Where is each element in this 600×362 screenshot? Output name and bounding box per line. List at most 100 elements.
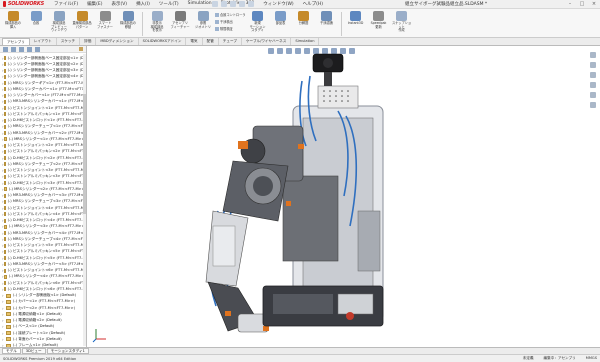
command-tab[interactable]: 電気 <box>186 38 203 45</box>
tree-item[interactable]: ›(-) ピストンアルミパッキン<2> (FT7-M<<FT7-M>>) <box>2 149 86 155</box>
ribbon-small-item[interactable]: 干渉検出 <box>215 19 246 24</box>
menu-help[interactable]: ヘルプ(H) <box>303 1 323 7</box>
tree-item[interactable]: ›(-) MR3-MRSシリンダーカバー<1> (FT7-M<<FT7-M>>) <box>2 99 86 105</box>
tree-item[interactable]: ›(-) MRSシリンダーギア<1> (FT7-M<<FT7-M>>) <box>2 80 86 86</box>
undo-icon[interactable] <box>248 1 254 7</box>
tree-item[interactable]: ›(-) MRSシリンダーチューブ<2> (FT7-M<<FT7-M>>) <box>2 161 86 167</box>
ribbon-button[interactable]: 参照 ジオメトリ <box>192 11 214 37</box>
tree-item[interactable]: ›(-) ピストンジョイント<1> (FT7-M<<FT7-M>>) <box>2 105 86 111</box>
print-icon[interactable] <box>239 1 245 7</box>
ribbon-button[interactable]: スマート ファスナー <box>94 11 116 37</box>
tree-item[interactable]: ›(-) シリンダー部側面板ベース固定部品<1> (Default) <box>2 55 86 61</box>
ribbon-button[interactable]: 合致 <box>25 11 47 37</box>
tree-item[interactable]: ›(-) D-H6ピストンロッド<3> (FT7-M<<FT7-M>>) <box>2 180 86 186</box>
scrollbar-thumb[interactable] <box>83 94 86 214</box>
cyborg-arm-model[interactable] <box>88 46 600 347</box>
ribbon-small-item[interactable]: 隙間検証 <box>215 26 246 31</box>
tree-item[interactable]: ›(-) MRSシリンダーチューブ<3> (FT7-M<<FT7-M>>) <box>2 199 86 205</box>
open-icon[interactable] <box>221 1 227 7</box>
ribbon-button[interactable]: 構成部品 プレビュー ウィンドウ <box>48 11 70 37</box>
command-tab[interactable]: レイアウト <box>30 38 57 45</box>
tree-item[interactable]: ›(-) MRSシリンダー<3> (FT7-M<<FT7-M>>) <box>2 224 86 230</box>
tree-item[interactable]: ›(-) シリンダーカバー<1> (FT7-M<<FT7-M>>) <box>2 93 86 99</box>
ribbon-button[interactable]: 新規 モーション スタディ <box>247 11 269 37</box>
tree-item[interactable]: ›(-) D-H6ピストンロッド<4> (FT7-M<<FT7-M>>) <box>2 218 86 224</box>
tree-item[interactable]: ›(-) MR3-MRSシリンダーカバー<5> (FT7-M<<FT7-M>>) <box>2 261 86 267</box>
display-manager-icon[interactable] <box>35 46 40 52</box>
tree-item[interactable]: ›(-) ピストンジョイント<4> (FT7-M<<FT7-M>>) <box>2 205 86 211</box>
solidworks-logo[interactable]: SOLIDWORKS <box>0 0 44 9</box>
ribbon-small-item[interactable]: 合致コントローラ <box>215 12 246 17</box>
tree-item[interactable]: ›(-) ピストンアルミパッキン<6> (FT7-M<<FT7-M>>) <box>2 280 86 286</box>
ribbon-button[interactable]: 分解図 <box>293 11 315 37</box>
tree-item[interactable]: ›(-) ピストンジョイント<2> (FT7-M<<FT7-M>>) <box>2 143 86 149</box>
menu-simulation[interactable]: Simulation <box>188 1 212 7</box>
menu-edit[interactable]: 編集(E) <box>87 1 102 7</box>
close-icon[interactable]: × <box>591 1 597 7</box>
menu-window[interactable]: ウィンドウ(W) <box>263 1 293 7</box>
menu-file[interactable]: ファイル(F) <box>54 1 78 7</box>
command-tab[interactable]: アセンブリ <box>2 38 30 45</box>
restore-icon[interactable]: □ <box>579 1 585 7</box>
tree-item[interactable]: ›(-) MRSシリンダーチューブ<4> (FT7-M<<FT7-M>>) <box>2 236 86 242</box>
tree-item[interactable]: ›(-) シリンダー部側面板ベース固定部品<4> (Default) <box>2 74 86 80</box>
tree-item[interactable]: ›(-) ピストンアルミパッキン<3> (FT7-M<<FT7-M>>) <box>2 174 86 180</box>
ribbon-button[interactable]: 部品表 <box>270 11 292 37</box>
tree-item[interactable]: ›(-) ピストンアルミパッキン<4> (FT7-M<<FT7-M>>) <box>2 211 86 217</box>
tree-item[interactable]: ›(-) D-H6ピストンロッド<5> (FT7-M<<FT7-M>>) <box>2 255 86 261</box>
ribbon-button[interactable]: 非表示 構成部品 を表示 <box>146 11 168 37</box>
tree-item[interactable]: ›(-) D-H6ピストンロッド<2> (FT7-M<<FT7-M>>) <box>2 155 86 161</box>
save-icon[interactable] <box>230 1 236 7</box>
tree-item[interactable]: › (-) シリンダー部側面板<1> (Default) <box>2 293 86 299</box>
command-tab[interactable]: MBDディメンション <box>96 38 139 45</box>
tree-item[interactable]: ›(-) シリンダー部側面板ベース固定部品<2> (Default) <box>2 61 86 67</box>
ribbon-button[interactable]: Instant3D <box>345 11 367 37</box>
tree-item[interactable]: ›(-) ピストンジョイント<6> (FT7-M<<FT7-M>>) <box>2 268 86 274</box>
ribbon-button[interactable]: アセンブリ フィーチャー <box>169 11 191 37</box>
command-tab[interactable]: Simulation <box>291 38 320 45</box>
ribbon-button[interactable]: スナップショット 作成 <box>391 11 413 37</box>
ribbon-button[interactable]: 構成部品の 挿入 <box>2 11 24 37</box>
command-tab[interactable]: 評価 <box>80 38 97 45</box>
command-tab[interactable]: チューブ <box>219 38 242 45</box>
status-units[interactable]: MMGS <box>586 356 597 361</box>
command-tab[interactable]: SOLIDWORKSアドイン <box>139 38 187 45</box>
menu-view[interactable]: 表示(V) <box>111 1 127 7</box>
graphics-area[interactable] <box>88 46 600 347</box>
ribbon-button[interactable]: 直線構成部品 パターン <box>71 11 93 37</box>
tree-item[interactable]: ›(-) MR3-MRSシリンダーカバー<3> (FT7-M<<FT7-M>>) <box>2 193 86 199</box>
tree-item[interactable]: ›(-) シリンダー部側面板ベース固定部品<3> (Default) <box>2 68 86 74</box>
tree-item[interactable]: ›(-) MRSシリンダーチューブ<1> (FT7-M<<FT7-M>>) <box>2 124 86 130</box>
menu-insert[interactable]: 挿入(I) <box>136 1 150 7</box>
tree-item[interactable]: ›(-) MRSシリンダー<2> (FT7-M<<FT7-M>>) <box>2 186 86 192</box>
dimxpert-icon[interactable] <box>27 46 32 52</box>
command-tab[interactable]: 配管 <box>203 38 219 45</box>
menu-tools[interactable]: ツール(T) <box>159 1 179 7</box>
tree-item[interactable]: ›(-) MR3-MRSシリンダーカバー<2> (FT7-M<<FT7-M>>) <box>2 130 86 136</box>
configuration-manager-icon[interactable] <box>19 46 24 52</box>
filter-icon[interactable] <box>79 47 83 51</box>
ribbon-button[interactable]: 構成部品の 移動 <box>117 11 139 37</box>
tree-item[interactable]: ›(-) ピストンジョイント<3> (FT7-M<<FT7-M>>) <box>2 168 86 174</box>
tree-item[interactable]: ›(-) ピストンアルミパッキン<1> (FT7-M<<FT7-M>>) <box>2 111 86 117</box>
tree-item[interactable]: ›(-) D-H6ピストンロッド<6> (FT7-M<<FT7-M>>) <box>2 286 86 292</box>
new-icon[interactable] <box>212 1 218 7</box>
command-tab[interactable]: ケーブル/ワイヤハーネス <box>242 38 292 45</box>
ribbon-button[interactable]: Speedpak 更新 <box>368 11 390 37</box>
feature-manager-icon[interactable] <box>3 46 8 52</box>
tree-item[interactable]: ›(-) MRSシリンダーカバー<1> (FT7-M<<FT7-M>>) <box>2 86 86 92</box>
tree-item[interactable]: ›(-) MRSシリンダー<4> (FT7-M<<FT7-M>>) <box>2 274 86 280</box>
tree-item[interactable]: ›(-) ピストンアルミパッキン<5> (FT7-M<<FT7-M>>) <box>2 249 86 255</box>
tree-item[interactable]: › (-) カバー<2> (FT7-M<<FT7-M>>) <box>2 305 86 311</box>
command-tab[interactable]: スケッチ <box>57 38 81 45</box>
ribbon-button[interactable]: 干渉認識 <box>316 11 338 37</box>
tree-item[interactable]: ›(-) ピストンジョイント<5> (FT7-M<<FT7-M>>) <box>2 243 86 249</box>
tree-item[interactable]: ›(-) MRSシリンダー<1> (FT7-M<<FT7-M>>) <box>2 136 86 142</box>
tree-item-label: (-) ベース<1> (Default) <box>13 324 55 329</box>
tree-item[interactable]: ›(-) MR3-MRSシリンダーカバー<4> (FT7-M<<FT7-M>>) <box>2 230 86 236</box>
tree-scrollbar[interactable] <box>83 54 86 346</box>
property-manager-icon[interactable] <box>11 46 16 52</box>
tree-item[interactable]: › (-) カバー<1> (FT7-M<<FT7-M>>) <box>2 299 86 305</box>
minimize-icon[interactable]: – <box>567 1 573 7</box>
tree-item[interactable]: ›(-) D-H6ピストンロッド<1> (FT7-M<<FT7-M>>) <box>2 118 86 124</box>
